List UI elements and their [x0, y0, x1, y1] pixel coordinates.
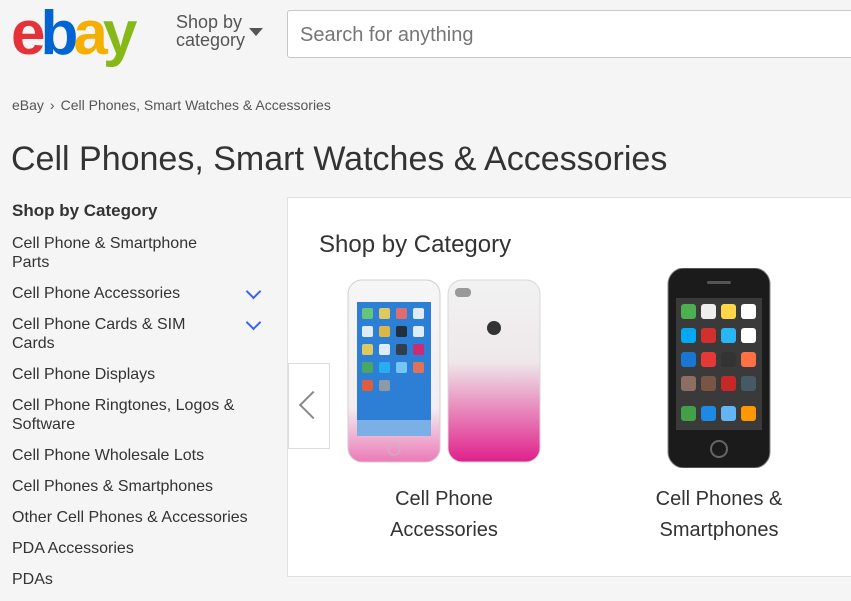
sidebar-item-accessories[interactable]: Cell Phone Accessories	[12, 283, 262, 303]
sidebar-item-ringtones[interactable]: Cell Phone Ringtones, Logos & Software	[12, 396, 252, 434]
search-input[interactable]: Search for anything	[287, 10, 851, 58]
sidebar-item-label: Cell Phone Ringtones, Logos & Software	[12, 397, 235, 433]
sidebar-item-label: PDAs	[12, 571, 53, 588]
sidebar-item-label: Cell Phone Displays	[12, 366, 156, 383]
sidebar-item-smartphones[interactable]: Cell Phones & Smartphones	[12, 477, 232, 496]
chevron-down-icon[interactable]	[245, 283, 262, 300]
sidebar-item-label: Cell Phone Accessories	[12, 285, 181, 302]
sidebar-heading: Shop by Category	[12, 201, 158, 220]
sidebar-item-cards-sim[interactable]: Cell Phone Cards & SIM Cards	[12, 314, 262, 353]
shop-by-line1: Shop by	[176, 12, 243, 32]
card-label-line1: Cell Phones &	[655, 488, 783, 510]
sidebar-item-parts[interactable]: Cell Phone & Smartphone Parts	[12, 234, 232, 272]
logo-letter: y	[102, 0, 138, 68]
sidebar-category-list: Cell Phone & Smartphone Parts Cell Phone…	[12, 234, 272, 601]
sidebar-item-label: Other Cell Phones & Accessories	[12, 509, 248, 526]
logo-letter: b	[40, 0, 78, 68]
smartphone-image	[667, 268, 771, 468]
sidebar-item-pda-accessories[interactable]: PDA Accessories	[12, 539, 232, 558]
sidebar-item-other[interactable]: Other Cell Phones & Accessories	[12, 508, 272, 527]
breadcrumb-item-ebay[interactable]: eBay	[12, 97, 44, 113]
shop-by-category-button[interactable]: Shop by category	[176, 13, 245, 49]
category-carousel-panel: Shop by Category Cell Phone Accessories …	[287, 197, 851, 577]
chevron-right-icon: ›	[49, 97, 55, 113]
card-label-line2: Smartphones	[659, 519, 779, 541]
breadcrumb: eBay › Cell Phones, Smart Watches & Access…	[12, 97, 331, 113]
card-label-line1: Cell Phone	[395, 488, 493, 510]
panel-title: Shop by Category	[319, 231, 512, 258]
search-placeholder: Search for anything	[300, 24, 474, 46]
sidebar-item-label: Cell Phone & Smartphone Parts	[12, 235, 197, 271]
sidebar-item-label: Cell Phone Wholesale Lots	[12, 447, 205, 464]
sidebar-item-label: PDA Accessories	[12, 540, 134, 557]
sidebar-item-label: Cell Phone Cards & SIM Cards	[12, 316, 186, 352]
sidebar-item-wholesale[interactable]: Cell Phone Wholesale Lots	[12, 446, 232, 465]
phone-case-image	[347, 279, 541, 463]
page-title: Cell Phones, Smart Watches & Accessories	[11, 140, 668, 178]
sidebar-item-label: Cell Phones & Smartphones	[12, 478, 213, 495]
ebay-logo[interactable]: ebay	[11, 0, 138, 68]
sidebar-item-pdas[interactable]: PDAs	[12, 570, 232, 589]
caret-down-icon[interactable]	[249, 28, 263, 36]
chevron-left-icon	[298, 390, 328, 420]
card-label-line2: Accessories	[390, 519, 498, 541]
logo-letter: a	[73, 0, 108, 68]
breadcrumb-item-current[interactable]: Cell Phones, Smart Watches & Accessories	[61, 97, 331, 113]
chevron-down-icon[interactable]	[245, 314, 262, 331]
logo-letter: e	[11, 0, 46, 68]
shop-by-line2: category	[176, 30, 246, 50]
sidebar-item-displays[interactable]: Cell Phone Displays	[12, 365, 232, 384]
